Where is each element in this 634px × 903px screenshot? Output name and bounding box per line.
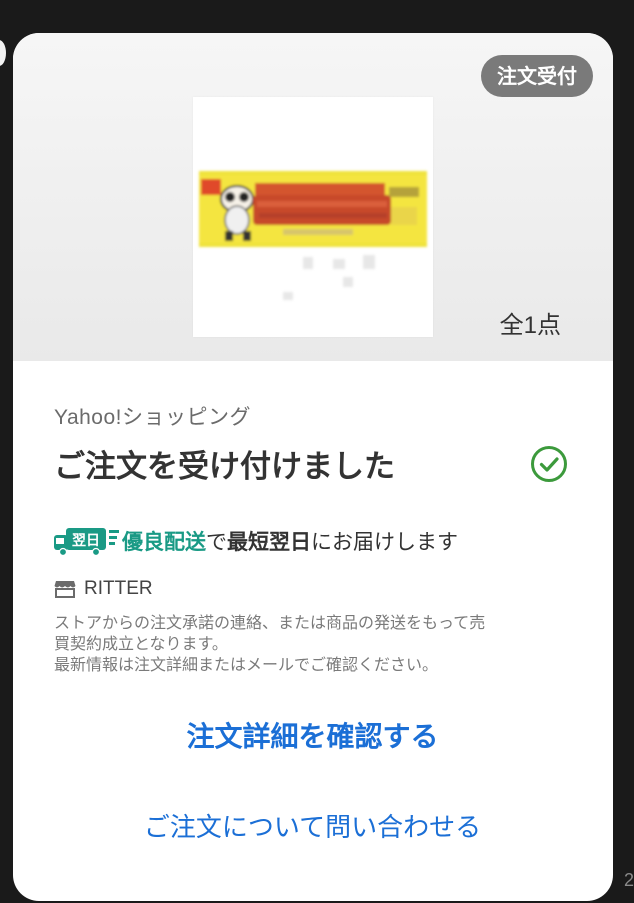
shop-icon	[54, 581, 76, 598]
item-count: 全1点	[499, 312, 561, 339]
order-details: Yahoo!ショッピング ご注文を受け付けました 翌日 優良配送 で 最短翌日 …	[13, 361, 613, 844]
corner-number: 2	[623, 870, 634, 890]
store-service-name: Yahoo!ショッピング	[54, 406, 251, 429]
order-confirmation-card: 注文受付 全1点 Yahoo!ショッピング ご注文を受け付けました 翌日 優良配…	[13, 33, 613, 901]
contract-notice: ストアからの注文承諾の連絡、または商品の発送をもって売 買契約成立となります。 …	[54, 612, 571, 675]
delivery-tier: 優良配送	[122, 530, 206, 554]
product-image[interactable]	[193, 97, 433, 337]
delivery-truck-icon: 翌日	[54, 528, 119, 556]
status-badge: 注文受付	[481, 55, 593, 97]
delivery-info: 翌日 優良配送で最短翌日 にお届けします	[54, 526, 571, 556]
notice-line: 最新情報は注文詳細またはメールでご確認ください。	[54, 655, 439, 674]
delivery-text-2: にお届けします	[311, 530, 458, 554]
order-status-title: ご注文を受け付けました	[54, 449, 395, 485]
view-order-details-link[interactable]: 注文詳細を確認する	[54, 715, 571, 755]
delivery-highlight: 最短翌日	[227, 530, 311, 554]
product-thumbnail-graphic	[199, 171, 427, 300]
title-row: ご注文を受け付けました	[54, 441, 571, 486]
product-hero: 注文受付 全1点	[13, 33, 613, 361]
shop-name: RITTER	[84, 578, 153, 599]
notice-line: ストアからの注文承諾の連絡、または商品の発送をもって売	[54, 613, 486, 632]
check-circle-icon	[531, 445, 567, 482]
notice-line: 買契約成立となります。	[54, 634, 228, 653]
delivery-text-1: で	[206, 530, 227, 554]
delivery-badge-label: 翌日	[72, 533, 100, 549]
shop-row[interactable]: RITTER	[54, 578, 571, 600]
screen: 2 注文受付 全1点 Yahoo!ショッピング ご注文を受け付けました 翌日 優…	[0, 0, 634, 903]
contact-about-order-link[interactable]: ご注文について問い合わせる	[54, 807, 571, 844]
background-card-edge	[0, 40, 6, 66]
